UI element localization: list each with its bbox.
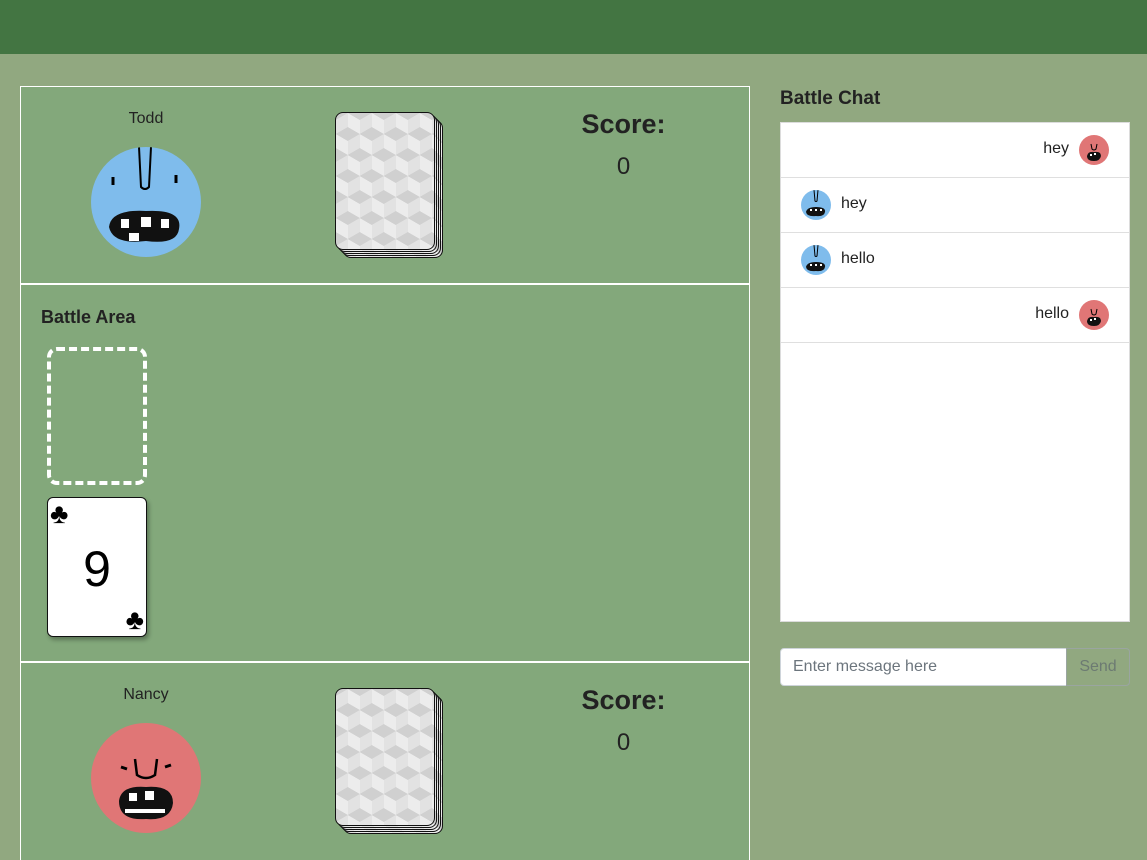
opponent-panel: Todd Score: 0 — [20, 86, 750, 284]
todd-deck[interactable] — [335, 112, 445, 258]
message-text: hey — [1043, 140, 1069, 157]
nancy-avatar-icon — [1079, 135, 1109, 165]
chat-messages[interactable]: hey hey hello hello — [780, 122, 1130, 622]
chat-message: hey — [781, 178, 1129, 233]
send-button[interactable]: Send — [1066, 648, 1130, 686]
chat-title: Battle Chat — [780, 88, 881, 109]
game-board: Todd Score: 0 Battle Area ♣ 9 ♣ Nancy Sc… — [20, 86, 750, 860]
played-card: ♣ 9 ♣ — [47, 497, 147, 637]
score-label: Score: — [581, 109, 666, 139]
player-name-nancy: Nancy — [123, 686, 169, 703]
nancy-avatar-icon — [1079, 300, 1109, 330]
battle-area-title: Battle Area — [41, 307, 136, 327]
club-icon: ♣ — [50, 498, 69, 529]
chat-message: hello — [781, 288, 1129, 343]
player-name-todd: Todd — [128, 110, 164, 127]
message-input[interactable] — [780, 648, 1068, 686]
message-text: hey — [841, 195, 867, 212]
todd-avatar-icon — [801, 190, 831, 220]
score-label: Score: — [581, 685, 666, 715]
club-icon: ♣ — [125, 604, 144, 635]
top-navbar — [0, 0, 1147, 54]
card-back — [335, 688, 435, 826]
player-panel: Nancy Score: 0 — [20, 662, 750, 860]
todd-avatar-icon — [91, 147, 201, 257]
nancy-deck[interactable] — [335, 688, 445, 834]
empty-card-slot — [47, 347, 147, 485]
battle-area: Battle Area ♣ 9 ♣ — [20, 284, 750, 662]
chat-message: hey — [781, 123, 1129, 178]
nancy-avatar-icon — [91, 723, 201, 833]
message-text: hello — [1035, 305, 1069, 322]
message-text: hello — [841, 250, 875, 267]
score-value: 0 — [616, 153, 631, 180]
card-back — [335, 112, 435, 250]
score-value: 0 — [616, 729, 631, 756]
todd-avatar-icon — [801, 245, 831, 275]
chat-message: hello — [781, 233, 1129, 288]
card-rank: 9 — [83, 541, 111, 597]
